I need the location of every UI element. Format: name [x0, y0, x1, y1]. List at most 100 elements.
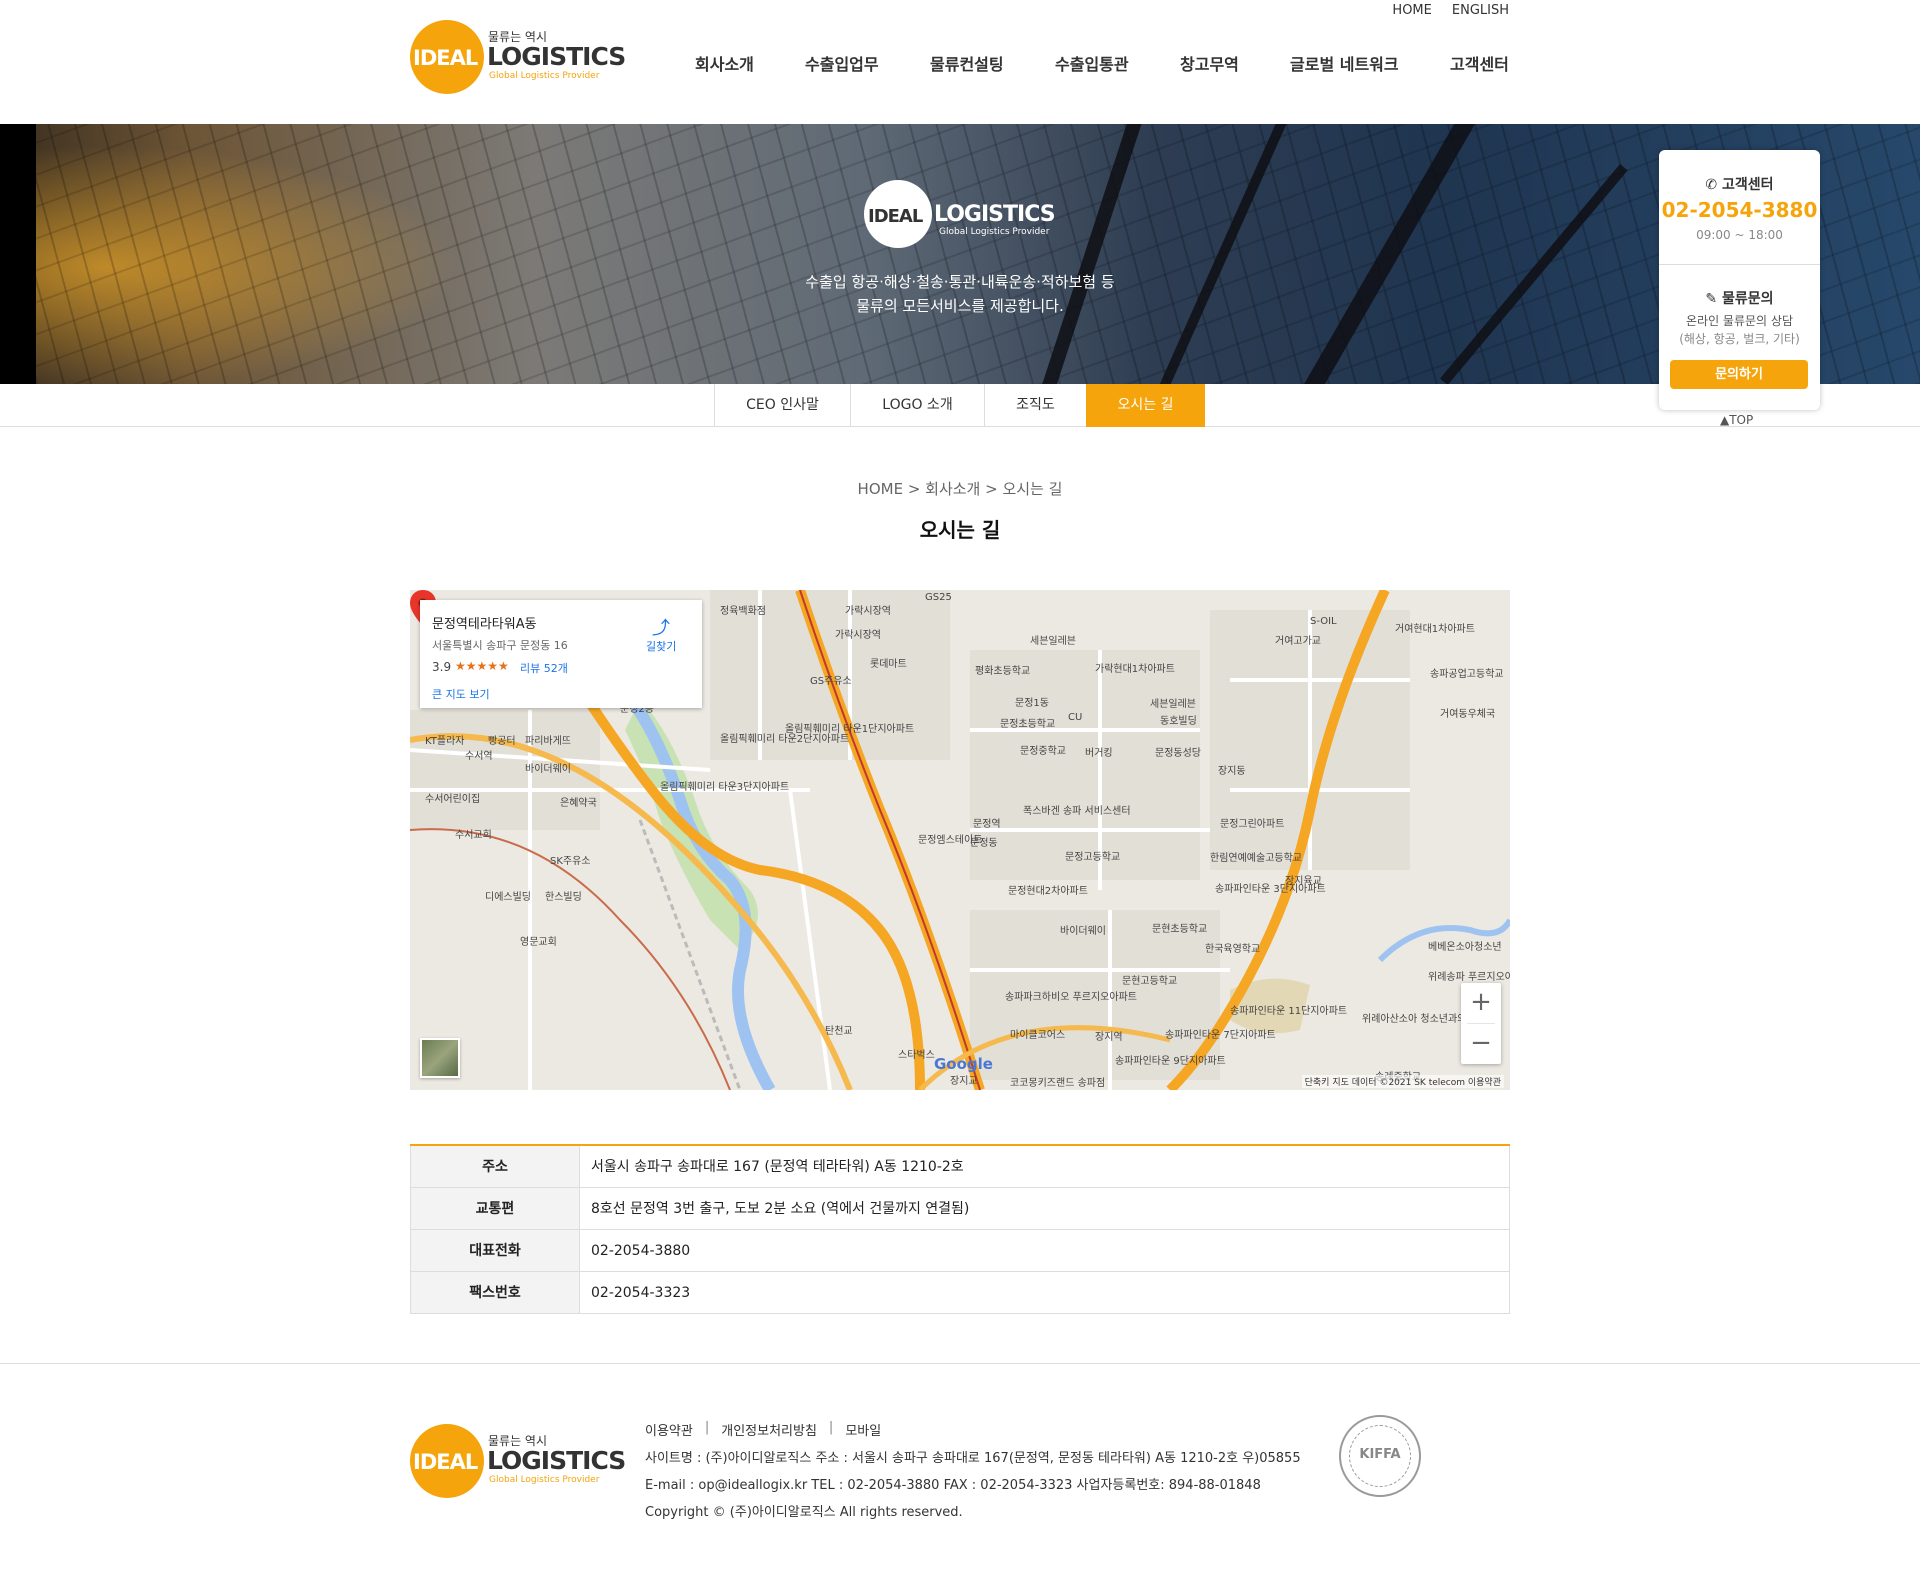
map-label: 거여동우체국 [1440, 709, 1496, 720]
map-label: 평화초등학교 [975, 666, 1031, 677]
inquiry-button[interactable]: 문의하기 [1670, 360, 1808, 389]
footer-logo[interactable]: IDEAL 물류는 역시 LOGISTICS Global Logistics … [410, 1424, 626, 1498]
directions-icon[interactable]: ⤴ [652, 614, 670, 640]
copyright: Copyright © (주)아이디알로직스 All rights reserv… [645, 1505, 963, 1520]
map-label: 장지교 [950, 1076, 978, 1087]
table-row: 대표전화 02-2054-3880 [410, 1230, 1510, 1272]
map-label: 스타벅스 [898, 1050, 935, 1061]
logo-wordmark: LOGISTICS [487, 1446, 626, 1475]
tab-ceo-greeting[interactable]: CEO 인사말 [714, 384, 850, 427]
inquiry-title: ✎ 물류문의 [1659, 288, 1820, 308]
map-label: 세븐일레븐 [1030, 636, 1076, 647]
nav-company[interactable]: 회사소개 [695, 51, 754, 75]
map-label: S-OIL [1310, 616, 1337, 627]
fax-label: 팩스번호 [410, 1272, 580, 1313]
nav-global-network[interactable]: 글로벌 네트워크 [1290, 51, 1399, 75]
link-separator: | [704, 1420, 710, 1435]
map-label: 문정역 [973, 819, 1001, 830]
google-logo: Google [934, 1055, 993, 1073]
banner-logo-tagline: Global Logistics Provider [939, 227, 1050, 237]
zoom-out-button[interactable]: − [1461, 1024, 1501, 1064]
map-attribution[interactable]: 단축키 지도 데이터 ©2021 SK telecom 이용약관 [1301, 1075, 1504, 1088]
banner-logo: IDEAL LOGISTICS Global Logistics Provide… [864, 180, 1064, 250]
map-label: 버거킹 [1085, 748, 1113, 759]
nav-consulting[interactable]: 물류컨설팅 [930, 51, 1004, 75]
table-row: 주소 서울시 송파구 송파대로 167 (문정역 테라타워) A동 1210-2… [410, 1146, 1510, 1188]
inquiry-description: 온라인 물류문의 상담 (해상, 항공, 벌크, 기타) [1659, 312, 1820, 348]
table-row: 팩스번호 02-2054-3323 [410, 1272, 1510, 1314]
nav-customer-center[interactable]: 고객센터 [1450, 51, 1509, 75]
map-label: 문정1동 [1015, 698, 1049, 709]
main-navigation: 회사소개 수출입업무 물류컨설팅 수출입통관 창고무역 글로벌 네트워크 고객센… [0, 51, 1920, 75]
site-footer: IDEAL 물류는 역시 LOGISTICS Global Logistics … [0, 1363, 1920, 1574]
customer-center-title: ✆ 고객센터 [1659, 174, 1820, 194]
tab-logo-intro[interactable]: LOGO 소개 [850, 384, 984, 427]
map-label: 송파파크하비오 푸르지오아파트 [1005, 992, 1137, 1003]
nav-import-export[interactable]: 수출입업무 [805, 51, 879, 75]
inquiry-desc-line-2: (해상, 항공, 벌크, 기타) [1679, 332, 1800, 346]
directions-link[interactable]: 길찾기 [646, 638, 676, 654]
scroll-top-button[interactable]: ▲TOP [1720, 413, 1753, 427]
privacy-link[interactable]: 개인정보처리방침 [721, 1420, 817, 1439]
view-larger-map-link[interactable]: 큰 지도 보기 [432, 686, 490, 702]
map-label: 수서어린이집 [425, 794, 481, 805]
banner-copy: 수출입 항공·해상·철송·통관·내륙운송·적하보험 등 물류의 모든서비스를 제… [0, 270, 1920, 318]
company-info: 사이트명 : (주)아이디알로직스 주소 : 서울시 송파구 송파대로 167(… [645, 1451, 1301, 1466]
map-label: 문정그린아파트 [1220, 819, 1285, 830]
page-title: 오시는 길 [919, 518, 1001, 542]
rating-stars-icon: ★★★★★ [455, 659, 509, 673]
google-map[interactable]: 정육백화점 가락시장역 가락시장역 롯데마트 GS주유소 평화초등학교 세븐일레… [410, 590, 1510, 1090]
tab-organization[interactable]: 조직도 [984, 384, 1086, 427]
business-hours: 09:00 ~ 18:00 [1696, 228, 1783, 242]
inquiry-label: 물류문의 [1722, 291, 1774, 307]
place-rating: 3.9 [432, 660, 452, 674]
reviews-link[interactable]: 리뷰 52개 [520, 660, 568, 676]
utility-menu: HOME ENGLISH [1392, 3, 1509, 18]
map-label: 베베온소아청소년 [1428, 942, 1502, 953]
map-label: 수서역 [465, 751, 493, 762]
logo-ideal-text: IDEAL [413, 1450, 478, 1474]
map-label: 문정중학교 [1020, 746, 1066, 757]
banner-building-pattern [36, 124, 1920, 384]
footer-links: 이용약관 | 개인정보처리방침 | 모바일 [645, 1420, 881, 1439]
place-address: 서울특별시 송파구 문정동 16 [432, 639, 568, 652]
banner-line-2: 물류의 모든서비스를 제공합니다. [856, 297, 1064, 315]
map-label: 위례송파 푸르지오아파트 [1428, 972, 1510, 983]
satellite-toggle-button[interactable] [420, 1038, 460, 1078]
banner-edge [0, 124, 36, 384]
map-label: 영문교회 [520, 937, 557, 948]
map-label: 장지육교 [1285, 876, 1322, 887]
english-link[interactable]: ENGLISH [1452, 3, 1509, 18]
fax-value: 02-2054-3323 [580, 1272, 1510, 1313]
terms-link[interactable]: 이용약관 [645, 1420, 693, 1439]
map-label: 동호빌딩 [1160, 716, 1197, 727]
banner-logo-ideal: IDEAL [868, 206, 923, 227]
map-label: 송파파인타운 7단지아파트 [1165, 1030, 1276, 1041]
nav-customs[interactable]: 수출입통관 [1055, 51, 1129, 75]
map-label: 한림연예예술고등학교 [1210, 853, 1302, 864]
quick-contact-panel: ✆ 고객센터 02-2054-3880 09:00 ~ 18:00 ✎ 물류문의… [1659, 150, 1820, 410]
breadcrumb: HOME > 회사소개 > 오시는 길 [857, 480, 1063, 498]
banner-logo-wordmark: LOGISTICS [934, 202, 1056, 227]
map-label: 정육백화점 [720, 606, 766, 617]
map-label: GS25 [925, 592, 952, 603]
map-label: 거여고가교 [1275, 636, 1321, 647]
address-label: 주소 [410, 1146, 580, 1187]
map-label: 은혜약국 [560, 798, 597, 809]
zoom-in-button[interactable]: + [1461, 983, 1501, 1023]
home-link[interactable]: HOME [1392, 3, 1431, 18]
table-row: 교통편 8호선 문정역 3번 출구, 도보 2분 소요 (역에서 건물까지 연결… [410, 1188, 1510, 1230]
tab-directions[interactable]: 오시는 길 [1086, 384, 1205, 427]
map-label: 빵공터 [488, 736, 516, 747]
map-label: 장지동 [1218, 766, 1246, 777]
nav-warehouse[interactable]: 창고무역 [1180, 51, 1239, 75]
map-label: KT플라자 [425, 736, 465, 747]
map-label: 거여현대1차아파트 [1395, 624, 1475, 635]
map-label: 송파파인타운 11단지아파트 [1230, 1006, 1348, 1017]
mobile-link[interactable]: 모바일 [845, 1420, 881, 1439]
map-label: 폭스바겐 송파 서비스센터 [1023, 806, 1131, 817]
place-name: 문정역테라타워A동 [432, 617, 537, 632]
customer-center-phone[interactable]: 02-2054-3880 [1659, 198, 1820, 222]
map-label: 문정고등학교 [1065, 852, 1121, 863]
map-label: 송파파인타운 9단지아파트 [1115, 1056, 1226, 1067]
